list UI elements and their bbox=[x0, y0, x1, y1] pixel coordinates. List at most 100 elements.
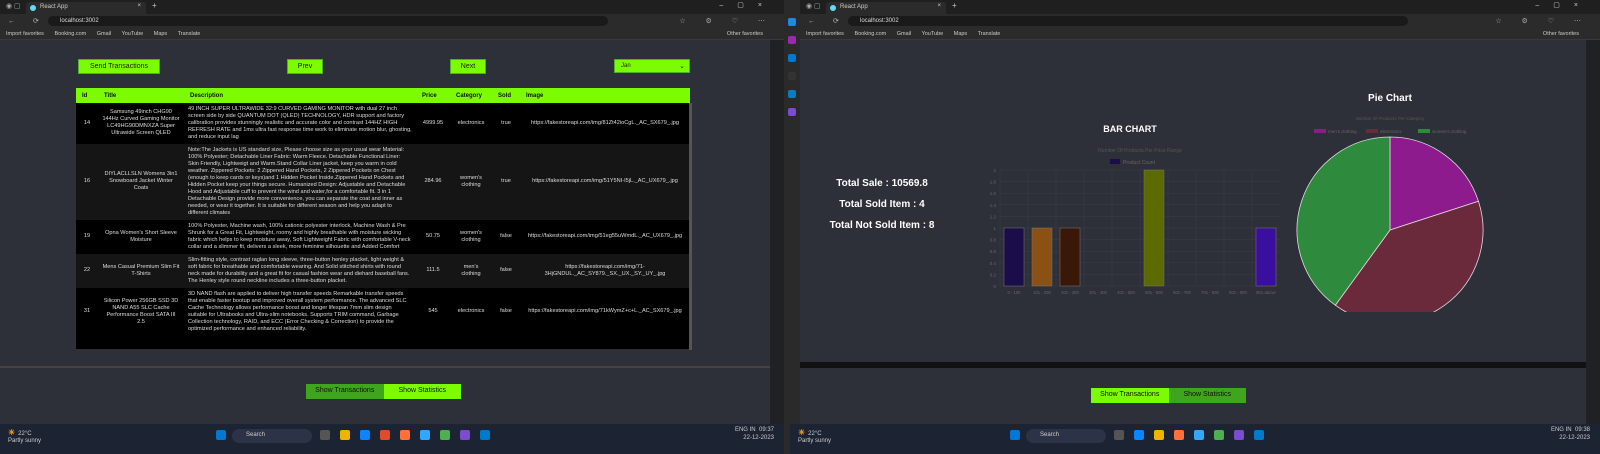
url-input[interactable]: localhost:3002 bbox=[48, 16, 608, 26]
chrome-icon[interactable] bbox=[440, 430, 450, 440]
prev-button[interactable]: Prev bbox=[287, 59, 323, 74]
legend-label[interactable]: electronics bbox=[1380, 129, 1402, 134]
firefox-icon[interactable] bbox=[400, 430, 410, 440]
legend-label[interactable]: men's clothing bbox=[1328, 129, 1357, 134]
vscode-icon[interactable] bbox=[480, 430, 490, 440]
app-icon[interactable] bbox=[1234, 430, 1244, 440]
app-icon[interactable] bbox=[460, 430, 470, 440]
bookmark-item[interactable]: Booking.com bbox=[54, 31, 86, 37]
column-header: Sold bbox=[498, 92, 511, 99]
table-scrollbar[interactable] bbox=[689, 103, 692, 350]
nav-buttons[interactable]: ← ⟳ bbox=[8, 17, 47, 25]
task-view-icon[interactable] bbox=[320, 430, 330, 440]
x-tick-label: 201 - 300 bbox=[1061, 290, 1079, 295]
y-tick-label: 0 bbox=[993, 284, 996, 289]
file-explorer-icon[interactable] bbox=[340, 430, 350, 440]
send-transactions-button[interactable]: Send Transactions bbox=[78, 59, 160, 74]
browser-tab[interactable]: React App × bbox=[26, 2, 146, 14]
view-toggle: Show Transactions Show Statistics bbox=[1091, 388, 1246, 403]
edge-icon[interactable] bbox=[1134, 430, 1144, 440]
column-header: Description bbox=[190, 92, 224, 99]
firefox-icon[interactable] bbox=[1174, 430, 1184, 440]
windows-start-icon[interactable] bbox=[216, 430, 226, 440]
address-bar: ← ⟳ localhost:3002 ☆ ⚙ ♡ ⋯ bbox=[0, 14, 784, 28]
bookmark-item[interactable]: Maps bbox=[954, 31, 967, 37]
file-explorer-icon[interactable] bbox=[1154, 430, 1164, 440]
new-tab-icon[interactable]: + bbox=[952, 1, 957, 10]
show-statistics-button[interactable]: Show Statistics bbox=[383, 384, 461, 399]
close-tab-icon[interactable]: × bbox=[137, 3, 141, 9]
tab-actions-icon[interactable]: ◉ ▢ bbox=[806, 2, 821, 10]
bookmark-item[interactable]: Import favorites bbox=[6, 31, 44, 37]
next-button[interactable]: Next bbox=[450, 59, 486, 74]
window-controls[interactable]: –▢× bbox=[1535, 1, 1592, 9]
legend-swatch bbox=[1418, 129, 1430, 133]
photoshop-icon[interactable] bbox=[1194, 430, 1204, 440]
browser-toolbar-icons[interactable]: ☆ ⚙ ♡ ⋯ bbox=[1495, 17, 1590, 25]
bookmark-item[interactable]: Import favorites bbox=[806, 31, 844, 37]
bookmark-item[interactable]: Translate bbox=[978, 31, 1001, 37]
bookmark-item[interactable]: Maps bbox=[154, 31, 167, 37]
browser-tab[interactable]: React App × bbox=[826, 2, 946, 14]
x-tick-label: 0 - 100 bbox=[1007, 290, 1021, 295]
sidebar-app-icon[interactable] bbox=[788, 72, 796, 80]
edge-icon[interactable] bbox=[360, 430, 370, 440]
weather-widget[interactable]: ☀ 22°C Partly sunny bbox=[798, 428, 831, 445]
bar[interactable] bbox=[1003, 227, 1025, 287]
sidebar-app-icon[interactable] bbox=[788, 36, 796, 44]
bar[interactable] bbox=[1143, 169, 1165, 287]
vscode-icon[interactable] bbox=[1254, 430, 1264, 440]
bookmark-item[interactable]: Gmail bbox=[897, 31, 911, 37]
bookmark-item[interactable]: Gmail bbox=[97, 31, 111, 37]
show-transactions-button[interactable]: Show Transactions bbox=[306, 384, 384, 399]
bookmark-item[interactable]: YouTube bbox=[922, 31, 944, 37]
photoshop-icon[interactable] bbox=[420, 430, 430, 440]
taskbar-left: ☀ 22°C Partly sunny Search ENG IN 09:37 22-… bbox=[0, 424, 784, 454]
taskbar-right: ☀ 22°C Partly sunny Search ENG IN 09:38 22-… bbox=[790, 424, 1600, 454]
other-favorites[interactable]: Other favorites bbox=[1543, 31, 1579, 37]
browser-toolbar-icons[interactable]: ☆ ⚙ ♡ ⋯ bbox=[679, 17, 774, 25]
bookmark-item[interactable]: YouTube bbox=[122, 31, 144, 37]
bookmark-item[interactable]: Translate bbox=[178, 31, 201, 37]
y-tick-label: 2 bbox=[993, 168, 996, 173]
sidebar-app-icon[interactable] bbox=[788, 108, 796, 116]
month-select[interactable]: Jan ⌄ bbox=[614, 59, 690, 73]
legend-label[interactable]: Product Count bbox=[1123, 160, 1156, 166]
nav-buttons[interactable]: ← ⟳ bbox=[808, 17, 847, 25]
weather-widget[interactable]: ☀ 22°C Partly sunny bbox=[8, 428, 41, 445]
task-view-icon[interactable] bbox=[1114, 430, 1124, 440]
transactions-page: Send Transactions Prev Next Jan ⌄ Id Titl… bbox=[0, 40, 770, 432]
column-header: Category bbox=[456, 92, 483, 99]
cell-sold: false bbox=[500, 308, 512, 315]
show-transactions-button[interactable]: Show Transactions bbox=[1091, 388, 1169, 403]
edge-sidebar-strip bbox=[784, 0, 800, 454]
other-favorites[interactable]: Other favorites bbox=[727, 31, 763, 37]
cell-price: 284.96 bbox=[424, 178, 442, 185]
tab-actions-icon[interactable]: ◉ ▢ bbox=[6, 2, 21, 10]
system-clock[interactable]: ENG IN 09:38 22-12-2023 bbox=[1551, 427, 1590, 443]
system-clock[interactable]: ENG IN 09:37 22-12-2023 bbox=[735, 427, 774, 443]
new-tab-icon[interactable]: + bbox=[152, 1, 157, 10]
bar[interactable] bbox=[1031, 227, 1053, 287]
taskbar-search[interactable]: Search bbox=[1026, 429, 1106, 443]
sidebar-app-icon[interactable] bbox=[788, 90, 796, 98]
office-icon[interactable] bbox=[380, 430, 390, 440]
bookmark-item[interactable]: Booking.com bbox=[854, 31, 886, 37]
window-controls[interactable]: –▢× bbox=[719, 1, 776, 9]
show-statistics-button[interactable]: Show Statistics bbox=[1168, 388, 1246, 403]
pie-chart-title: Pie Chart bbox=[1368, 93, 1412, 104]
url-input[interactable]: localhost:3002 bbox=[848, 16, 1408, 26]
bar[interactable] bbox=[1059, 227, 1081, 287]
chrome-icon[interactable] bbox=[1214, 430, 1224, 440]
bar[interactable] bbox=[1255, 227, 1277, 287]
cell-id: 14 bbox=[83, 119, 91, 126]
close-tab-icon[interactable]: × bbox=[937, 3, 941, 9]
sidebar-app-icon[interactable] bbox=[788, 54, 796, 62]
legend-label[interactable]: women's clothing bbox=[1432, 129, 1467, 134]
x-tick-label: 401 - 500 bbox=[1117, 290, 1135, 295]
y-tick-label: 1.8 bbox=[990, 180, 997, 185]
copilot-icon[interactable] bbox=[788, 18, 796, 26]
windows-start-icon[interactable] bbox=[1010, 430, 1020, 440]
taskbar-search[interactable]: Search bbox=[232, 429, 312, 443]
transactions-table: Id Title Description Price Category Sold Image… bbox=[76, 88, 690, 349]
